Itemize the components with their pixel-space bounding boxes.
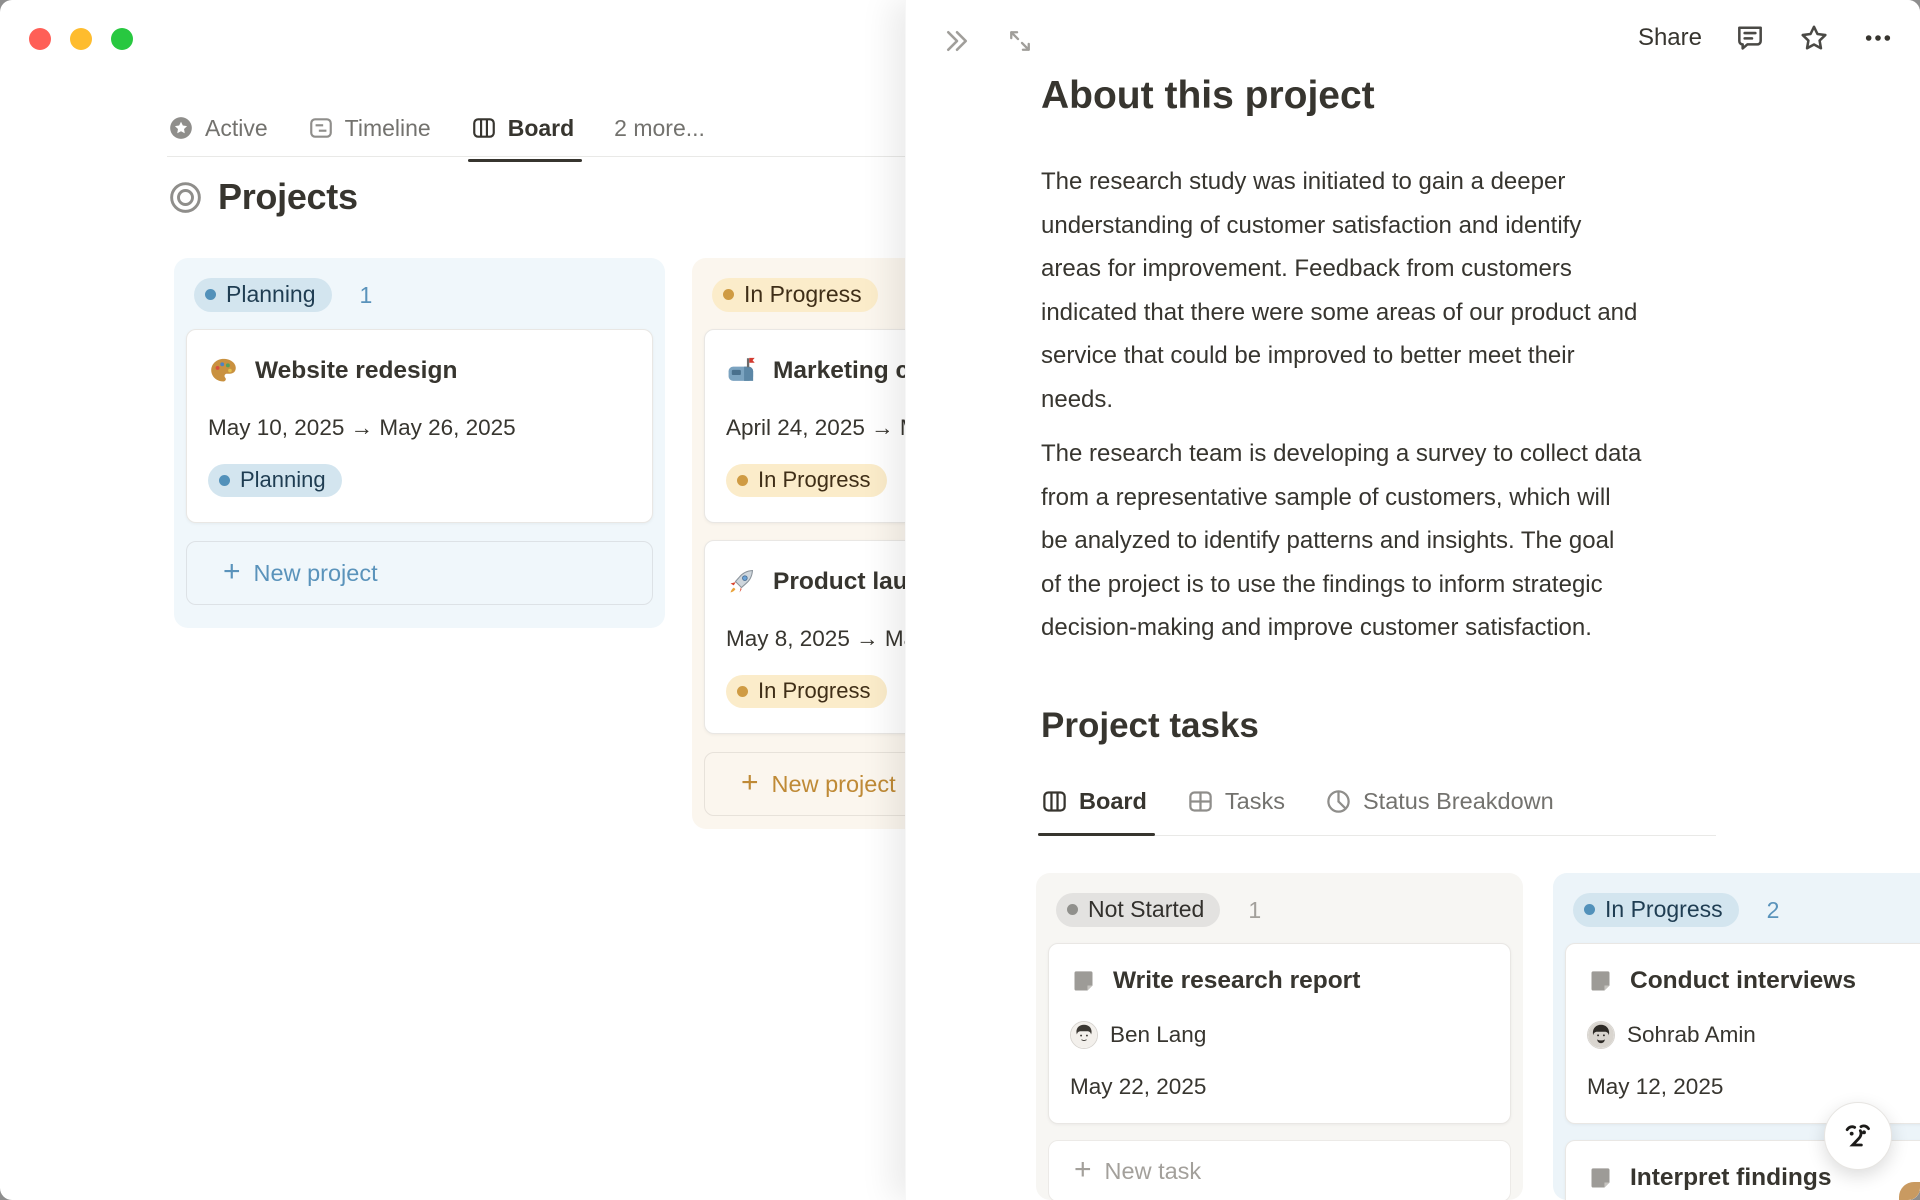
status-pill[interactable]: In Progress bbox=[712, 278, 878, 312]
board-icon bbox=[471, 115, 497, 141]
status-dot-icon bbox=[737, 474, 748, 486]
notion-ai-face-icon bbox=[1838, 1116, 1878, 1156]
plus-icon: + bbox=[1074, 1152, 1092, 1186]
tab-tasks[interactable]: Tasks bbox=[1187, 788, 1285, 815]
about-paragraph-1: The research study was initiated to gain… bbox=[1041, 168, 1638, 413]
task-card-conduct-interviews[interactable]: Conduct interviews Sohrab Amin May 12, 2… bbox=[1565, 943, 1920, 1124]
tab-timeline[interactable]: Timeline bbox=[308, 115, 431, 142]
status-dot-icon bbox=[1067, 904, 1078, 915]
panel-header-left bbox=[942, 26, 1034, 56]
target-icon bbox=[168, 180, 203, 215]
card-title: Interpret findings bbox=[1630, 1164, 1832, 1191]
status-dot-icon bbox=[205, 289, 216, 300]
card-title: Website redesign bbox=[255, 356, 458, 384]
comments-icon[interactable] bbox=[1734, 22, 1766, 54]
status-pill[interactable]: In Progress bbox=[1573, 893, 1739, 927]
pie-chart-icon bbox=[1325, 788, 1352, 815]
tab-label: Board bbox=[507, 114, 575, 141]
plus-icon: + bbox=[741, 765, 759, 799]
assignee-row: Sohrab Amin bbox=[1587, 1021, 1920, 1049]
project-card-website-redesign[interactable]: Website redesign May 10, 2025 → May 26, … bbox=[186, 329, 653, 523]
close-side-peek-icon[interactable] bbox=[942, 26, 972, 56]
status-dot-icon bbox=[737, 685, 748, 697]
about-paragraph-2: The research team is developing a survey… bbox=[1041, 440, 1642, 641]
new-task-button[interactable]: + New task bbox=[1048, 1140, 1511, 1200]
mailbox-icon bbox=[726, 355, 757, 386]
rocket-icon bbox=[726, 566, 757, 597]
board-icon bbox=[1041, 788, 1068, 815]
zoom-window-button[interactable] bbox=[111, 28, 133, 50]
page-icon bbox=[1070, 968, 1097, 995]
card-title: Marketing c bbox=[773, 356, 910, 384]
favorite-star-icon[interactable] bbox=[1798, 22, 1830, 54]
tab-label: Board bbox=[1079, 788, 1147, 814]
card-status-tag: Planning bbox=[208, 464, 342, 497]
assignee-name: Sohrab Amin bbox=[1627, 1022, 1756, 1047]
card-date-range: May 10, 2025 → May 26, 2025 bbox=[208, 415, 516, 440]
more-options-icon[interactable] bbox=[1862, 22, 1894, 54]
panel-header-right: Share bbox=[1638, 22, 1894, 54]
tab-active[interactable]: Active bbox=[168, 115, 268, 142]
palette-icon bbox=[208, 355, 239, 386]
page-title: Projects bbox=[168, 176, 358, 218]
assignee-row: Ben Lang bbox=[1070, 1021, 1489, 1049]
tab-label: Tasks bbox=[1224, 788, 1285, 814]
tab-label: Active bbox=[205, 114, 268, 141]
avatar-ben-lang bbox=[1070, 1021, 1098, 1049]
card-status-tag: In Progress bbox=[726, 675, 887, 708]
timeline-icon bbox=[308, 115, 334, 141]
column-header: Not Started 1 bbox=[1056, 893, 1511, 927]
column-count: 1 bbox=[1248, 896, 1262, 923]
task-card-write-research-report[interactable]: Write research report Ben Lang May 22, 2… bbox=[1048, 943, 1511, 1124]
status-dot-icon bbox=[219, 474, 230, 486]
column-count: 2 bbox=[1766, 896, 1780, 923]
page-icon bbox=[1587, 968, 1614, 995]
avatar-sohrab-amin bbox=[1587, 1021, 1615, 1049]
new-project-button[interactable]: + New project bbox=[186, 541, 653, 605]
about-heading: About this project bbox=[1041, 74, 1375, 117]
column-header: Planning 1 bbox=[194, 278, 653, 312]
column-header: In Progress 2 bbox=[1573, 893, 1920, 927]
assignee-name: Ben Lang bbox=[1110, 1022, 1207, 1047]
task-view-tabs: Board Tasks Status Breakdown bbox=[1038, 788, 1716, 836]
side-peek-panel: Share About this project The research st… bbox=[905, 0, 1920, 1200]
card-date: May 22, 2025 bbox=[1070, 1074, 1207, 1099]
screen: Active Timeline Board 2 more... Projects… bbox=[0, 0, 1920, 1200]
open-full-page-icon[interactable] bbox=[1006, 27, 1034, 55]
status-pill[interactable]: Not Started bbox=[1056, 893, 1221, 927]
tab-status-breakdown[interactable]: Status Breakdown bbox=[1325, 788, 1554, 815]
status-pill[interactable]: Planning bbox=[194, 278, 332, 312]
card-date: May 12, 2025 bbox=[1587, 1074, 1724, 1099]
card-title: Product lau bbox=[773, 567, 908, 595]
board-column-planning: Planning 1 Website redesign May 10, 2025… bbox=[174, 258, 665, 628]
table-icon bbox=[1187, 788, 1214, 815]
minimize-window-button[interactable] bbox=[70, 28, 92, 50]
status-dot-icon bbox=[723, 289, 734, 300]
close-window-button[interactable] bbox=[29, 28, 51, 50]
status-dot-icon bbox=[1584, 904, 1595, 915]
notion-window: Active Timeline Board 2 more... Projects… bbox=[0, 0, 1920, 1200]
card-title: Write research report bbox=[1113, 967, 1361, 994]
card-status-tag: In Progress bbox=[726, 464, 887, 497]
tab-label: 2 more... bbox=[614, 114, 705, 141]
star-circle-icon bbox=[168, 115, 194, 141]
page-icon bbox=[1587, 1165, 1614, 1192]
view-tabs: Active Timeline Board 2 more... bbox=[168, 102, 705, 162]
project-tasks-heading: Project tasks bbox=[1041, 706, 1259, 745]
notion-ai-button[interactable] bbox=[1824, 1102, 1892, 1170]
card-title: Conduct interviews bbox=[1630, 967, 1856, 994]
share-button[interactable]: Share bbox=[1638, 24, 1702, 52]
column-count: 1 bbox=[359, 281, 373, 308]
window-controls bbox=[29, 28, 133, 50]
tab-board[interactable]: Board bbox=[1038, 788, 1155, 836]
plus-icon: + bbox=[223, 554, 241, 588]
task-column-not-started: Not Started 1 Write research report Ben … bbox=[1036, 873, 1523, 1200]
tab-label: Status Breakdown bbox=[1362, 788, 1554, 814]
tab-more-views[interactable]: 2 more... bbox=[614, 115, 705, 142]
tabs-divider bbox=[167, 156, 907, 157]
tab-board[interactable]: Board bbox=[467, 114, 583, 162]
tab-label: Timeline bbox=[344, 114, 431, 141]
